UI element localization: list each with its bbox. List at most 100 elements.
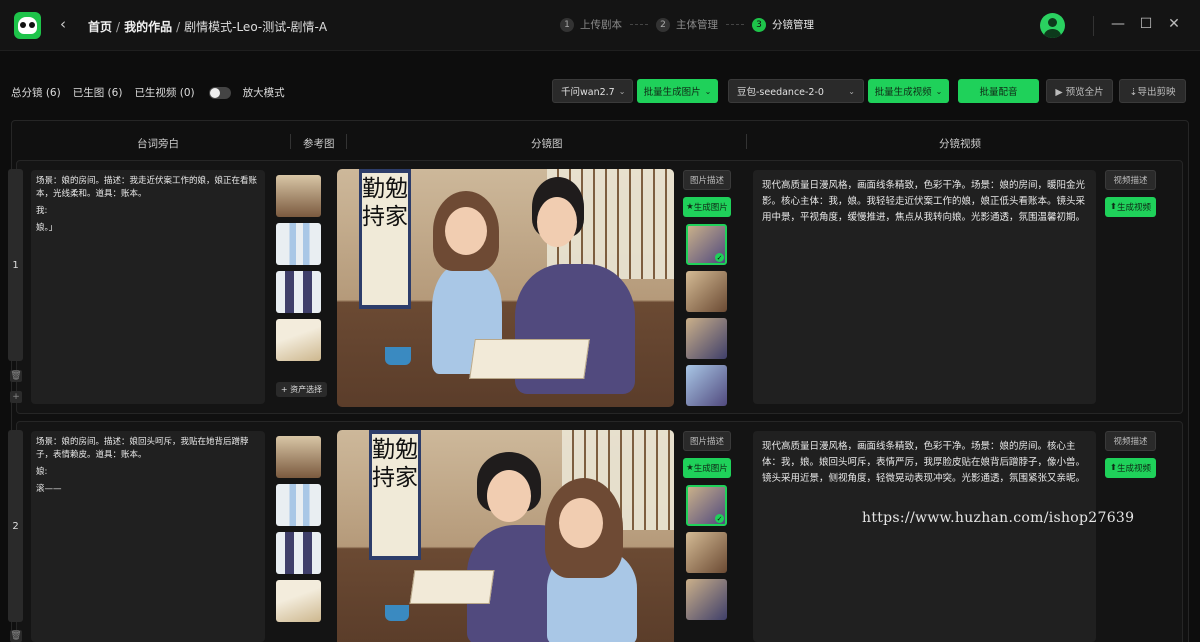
check-icon: ✓	[715, 514, 724, 523]
script-line: 场景：娘的房间。描述：我走近伏案工作的娘，娘正在看账本，光线柔和。道具：账本。	[36, 176, 258, 199]
reference-images	[276, 175, 324, 367]
col-separator	[346, 134, 347, 149]
mother-face	[537, 197, 577, 247]
watermark: https://www.huzhan.com/ishop27639	[862, 510, 1135, 526]
col-header-reference: 参考图	[303, 138, 335, 150]
ledger-book	[469, 339, 590, 379]
reference-thumb-girl[interactable]	[276, 223, 321, 265]
image-description-button[interactable]: 图片描述	[683, 170, 731, 190]
generate-image-button[interactable]: ★ 生成图片	[683, 458, 731, 478]
reference-thumb-mother[interactable]	[276, 271, 321, 313]
teacup	[385, 347, 411, 365]
generate-video-button[interactable]: ⬆ 生成视频	[1105, 458, 1156, 478]
script-line: 娘:	[36, 467, 48, 477]
row-index: 1	[8, 169, 23, 361]
video-description[interactable]: 现代高质量日漫风格，画面线条精致，色彩干净。场景：娘的房间。核心主体：我，娘。娘…	[753, 431, 1096, 642]
video-actions: 视频描述 ⬆ 生成视频	[1105, 170, 1156, 224]
trash-icon[interactable]: 🗑	[10, 630, 22, 642]
image-description-button[interactable]: 图片描述	[683, 431, 731, 451]
calligraphy-scroll: 勤勉持家	[359, 169, 411, 309]
video-description[interactable]: 现代高质量日漫风格，画面线条精致，色彩干净。场景：娘的房间，暖阳金光影。核心主体…	[753, 170, 1096, 404]
reference-thumb-room[interactable]	[276, 436, 321, 478]
generate-image-button[interactable]: ★ 生成图片	[683, 197, 731, 217]
stats-bar: 总分镜 (6) 已生图 (6) 已生视频 (0) 放大模式	[11, 85, 285, 100]
add-row-icon[interactable]: +	[10, 391, 22, 403]
girl-face	[559, 498, 603, 548]
image-model-select[interactable]: 千问wan2.7 ⌄	[552, 79, 633, 103]
chevron-down-icon: ⌄	[848, 86, 855, 96]
maximize-button[interactable]: ☐	[1138, 16, 1154, 32]
reference-thumb-room[interactable]	[276, 175, 321, 217]
script-line: 场景：娘的房间。描述：娘回头呵斥，我贴在她背后蹭脖子，表情赖皮。道具：账本。	[36, 437, 249, 460]
export-jianying-button[interactable]: ⇣导出剪映	[1119, 79, 1186, 103]
videos-generated: 已生视频 (0)	[134, 87, 195, 99]
title-bar: ‹ 首页 / 我的作品 / 剧情模式-Leo-测试-剧情-A 1 上传剧本 2 主体管理 3…	[0, 0, 1200, 51]
step-upload-script[interactable]: 1 上传剧本	[560, 17, 622, 32]
breadcrumb-current: 剧情模式-Leo-测试-剧情-A	[184, 20, 328, 34]
upload-icon: ⬆	[1109, 463, 1118, 473]
candidate-thumb[interactable]	[686, 579, 727, 620]
reference-thumb-girl[interactable]	[276, 484, 321, 526]
chevron-down-icon: ⌄	[935, 86, 943, 96]
zoom-mode-label: 放大模式	[242, 87, 285, 99]
reference-images	[276, 436, 324, 628]
storyboard-image[interactable]: 勤勉持家	[337, 169, 674, 407]
candidate-thumb[interactable]	[686, 365, 727, 406]
star-icon: ★	[686, 202, 694, 212]
preview-all-button[interactable]: ▶ 预览全片	[1046, 79, 1113, 103]
candidate-thumb[interactable]	[686, 271, 727, 312]
image-actions: 图片描述 ★ 生成图片 ✓	[683, 170, 731, 412]
step-subject-management[interactable]: 2 主体管理	[656, 17, 718, 32]
batch-voice-button[interactable]: 批量配音	[958, 79, 1039, 103]
image-actions: 图片描述 ★ 生成图片 ✓	[683, 431, 731, 626]
user-avatar[interactable]	[1040, 13, 1065, 38]
script-line: 我:	[36, 206, 48, 216]
storyboard-image[interactable]: 勤勉持家	[337, 430, 674, 642]
dialogue-script[interactable]: 场景：娘的房间。描述：娘回头呵斥，我贴在她背后蹭脖子，表情赖皮。道具：账本。 娘…	[31, 431, 265, 642]
reference-thumb-ledger[interactable]	[276, 319, 321, 361]
candidate-thumb-selected[interactable]: ✓	[686, 485, 727, 526]
col-header-dialogue: 台词旁白	[137, 138, 179, 150]
panda-icon	[18, 17, 37, 34]
step-connector	[630, 24, 648, 25]
video-actions: 视频描述 ⬆ 生成视频	[1105, 431, 1156, 485]
breadcrumb-works[interactable]: 我的作品	[124, 20, 172, 34]
step-storyboard-management[interactable]: 3 分镜管理	[752, 17, 814, 32]
batch-generate-images-button[interactable]: 批量生成图片 ⌄	[637, 79, 718, 103]
col-header-storyboard: 分镜图	[531, 138, 563, 150]
breadcrumb-home[interactable]: 首页	[88, 20, 112, 34]
girl-face	[445, 207, 487, 255]
mother-face	[487, 470, 531, 522]
candidate-thumb[interactable]	[686, 532, 727, 573]
images-generated: 已生图 (6)	[72, 87, 123, 99]
total-shots: 总分镜 (6)	[11, 87, 61, 99]
chevron-down-icon: ⌄	[704, 86, 712, 96]
star-icon: ★	[686, 463, 694, 473]
col-separator	[290, 134, 291, 149]
upload-icon: ⬆	[1109, 202, 1118, 212]
candidate-thumb-selected[interactable]: ✓	[686, 224, 727, 265]
generate-video-button[interactable]: ⬆ 生成视频	[1105, 197, 1156, 217]
dialogue-script[interactable]: 场景：娘的房间。描述：我走近伏案工作的娘，娘正在看账本，光线柔和。道具：账本。 …	[31, 170, 265, 404]
close-button[interactable]: ✕	[1166, 16, 1182, 32]
zoom-mode-toggle[interactable]	[208, 86, 231, 99]
back-button[interactable]: ‹	[60, 15, 66, 33]
calligraphy-scroll: 勤勉持家	[369, 430, 421, 560]
trash-icon[interactable]: 🗑	[10, 370, 22, 382]
asset-select-button[interactable]: + 资产选择	[276, 382, 327, 397]
video-model-select[interactable]: 豆包-seedance-2-0 ⌄	[728, 79, 864, 103]
minimize-button[interactable]: —	[1110, 16, 1126, 32]
video-description-button[interactable]: 视频描述	[1105, 431, 1156, 451]
candidate-thumb[interactable]	[686, 318, 727, 359]
col-separator	[746, 134, 747, 149]
batch-generate-videos-button[interactable]: 批量生成视频 ⌄	[868, 79, 949, 103]
reference-thumb-ledger[interactable]	[276, 580, 321, 622]
breadcrumb: 首页 / 我的作品 / 剧情模式-Leo-测试-剧情-A	[88, 20, 328, 34]
reference-thumb-mother[interactable]	[276, 532, 321, 574]
script-line: 娘。」	[36, 223, 58, 233]
divider	[1093, 16, 1094, 36]
app-logo	[14, 12, 41, 39]
video-description-button[interactable]: 视频描述	[1105, 170, 1156, 190]
ledger-book	[409, 570, 495, 604]
chevron-down-icon: ⌄	[618, 86, 626, 96]
